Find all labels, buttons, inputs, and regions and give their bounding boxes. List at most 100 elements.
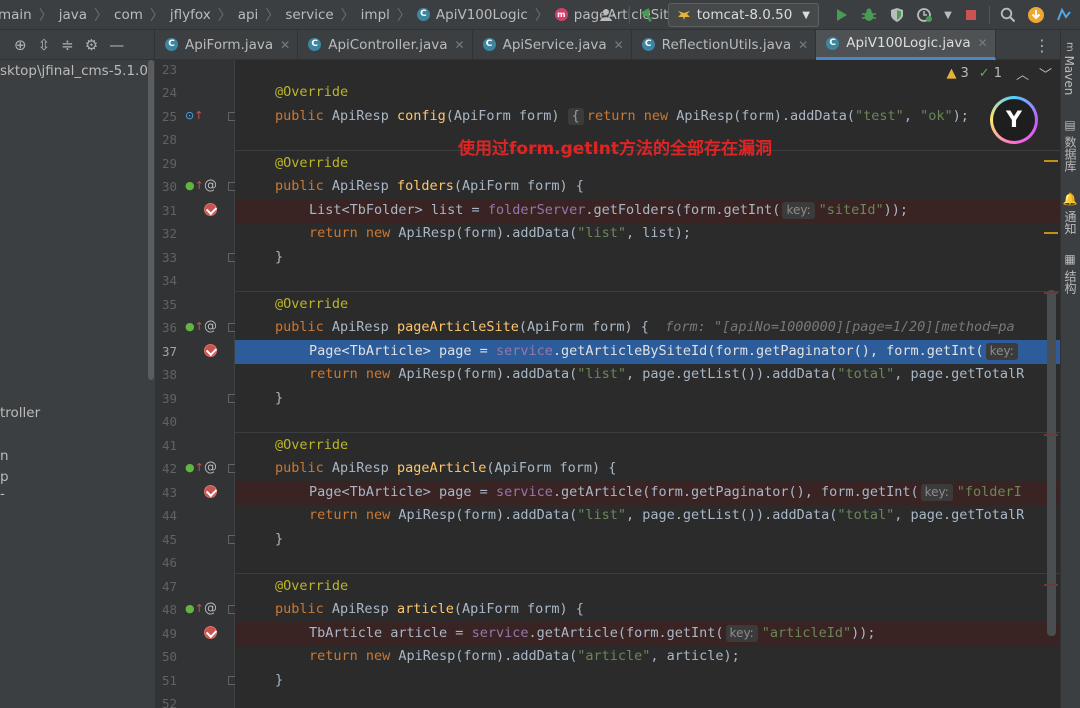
locate-icon[interactable]: ⊕ bbox=[14, 36, 27, 54]
hammer-icon[interactable] bbox=[636, 3, 660, 27]
code-line[interactable]: public ApiResp pageArticle(ApiForm form)… bbox=[235, 457, 1060, 481]
search-icon[interactable] bbox=[996, 3, 1020, 27]
chevron-up-icon[interactable]: ︿ bbox=[1016, 64, 1029, 83]
code-line[interactable]: public ApiResp config(ApiForm form) {ret… bbox=[235, 105, 1060, 129]
mapping-icon[interactable]: @ bbox=[204, 178, 217, 193]
minimize-icon[interactable]: — bbox=[109, 36, 124, 54]
breadcrumb-item-jflyfox[interactable]: jflyfox bbox=[170, 7, 211, 23]
warning-stripe-mark[interactable] bbox=[1044, 160, 1058, 162]
code-line[interactable]: } bbox=[235, 246, 1060, 270]
maven-tool-button[interactable]: m Maven bbox=[1062, 42, 1076, 95]
project-root[interactable]: sktop\jfinal_cms-5.1.0 bbox=[0, 63, 147, 79]
breakpoint-icon[interactable] bbox=[204, 485, 217, 498]
mapping-icon[interactable]: @ bbox=[204, 601, 217, 616]
coverage-icon[interactable] bbox=[885, 3, 909, 27]
tab-apiv100logic[interactable]: C ApiV100Logic.java ✕ bbox=[816, 29, 996, 60]
close-icon[interactable]: ✕ bbox=[798, 38, 808, 52]
error-stripe-mark[interactable] bbox=[1044, 584, 1058, 586]
tab-apiform[interactable]: C ApiForm.java ✕ bbox=[155, 29, 299, 60]
project-toolbar: ⊕ ⇳ ≑ ⚙ — bbox=[0, 29, 155, 60]
close-icon[interactable]: ✕ bbox=[614, 38, 624, 52]
error-stripe-mark[interactable] bbox=[1044, 434, 1058, 436]
breakpoint-icon[interactable] bbox=[204, 626, 217, 639]
breadcrumb-item-service[interactable]: service bbox=[285, 7, 333, 23]
database-tool-button[interactable]: ▤ 数据库 bbox=[1062, 118, 1079, 172]
project-scrollbar[interactable] bbox=[147, 60, 155, 708]
folded-region[interactable]: { bbox=[567, 108, 584, 125]
code-line[interactable]: return new ApiResp(form).addData("list",… bbox=[235, 504, 1060, 528]
breadcrumb-item-impl[interactable]: impl bbox=[361, 7, 390, 23]
line-number: 42 bbox=[161, 461, 177, 476]
play-icon[interactable] bbox=[829, 3, 853, 27]
plugin-logo-icon[interactable]: Y bbox=[990, 96, 1038, 144]
breakpoint-icon[interactable] bbox=[204, 344, 217, 357]
gear-icon[interactable]: ⚙ bbox=[85, 36, 98, 54]
warning-stripe-mark[interactable] bbox=[1044, 232, 1058, 234]
code-line[interactable]: public ApiResp folders(ApiForm form) { bbox=[235, 175, 1060, 199]
stop-icon[interactable] bbox=[959, 3, 983, 27]
method-name: config bbox=[396, 108, 446, 124]
string: "total" bbox=[837, 507, 895, 523]
implements-icon[interactable]: ●↑ bbox=[185, 602, 204, 615]
implements-icon[interactable]: ⊙↑ bbox=[185, 109, 203, 122]
code-token: (ApiForm form) { bbox=[518, 319, 649, 335]
settings-icon[interactable] bbox=[1052, 3, 1076, 27]
breadcrumb-item-com[interactable]: com bbox=[114, 7, 143, 23]
close-icon[interactable]: ✕ bbox=[280, 38, 290, 52]
run-configuration-selector[interactable]: tomcat-8.0.50 ▼ bbox=[667, 3, 819, 27]
error-stripe-mark[interactable] bbox=[1044, 292, 1058, 294]
collapse-all-icon[interactable]: ≑ bbox=[61, 36, 74, 54]
more-vertical-icon[interactable]: ⋮ bbox=[1034, 30, 1050, 60]
bug-icon[interactable] bbox=[857, 3, 881, 27]
code-line[interactable]: } bbox=[235, 387, 1060, 411]
code-token: (ApiForm form) { bbox=[486, 460, 617, 476]
close-icon[interactable]: ✕ bbox=[978, 36, 988, 50]
breadcrumb-item-main[interactable]: main bbox=[0, 7, 32, 23]
tree-item[interactable]: n bbox=[0, 448, 9, 464]
code-line[interactable]: return new ApiResp(form).addData("articl… bbox=[235, 645, 1060, 669]
structure-tool-button[interactable]: ▦ 结构 bbox=[1062, 252, 1079, 294]
code-line[interactable]: public ApiResp pageArticleSite(ApiForm f… bbox=[235, 316, 1060, 340]
expand-all-icon[interactable]: ⇳ bbox=[38, 36, 51, 54]
breadcrumb-item-class[interactable]: ApiV100Logic bbox=[436, 7, 528, 23]
code-line-breakpoint[interactable]: List<TbFolder> list = folderServer.getFo… bbox=[235, 199, 1060, 223]
implements-icon[interactable]: ●↑ bbox=[185, 461, 204, 474]
code-line[interactable]: public ApiResp article(ApiForm form) { bbox=[235, 598, 1060, 622]
implements-icon[interactable]: ●↑ bbox=[185, 179, 204, 192]
code-line[interactable]: @Override bbox=[235, 434, 1060, 458]
tab-reflectionutils[interactable]: C ReflectionUtils.java ✕ bbox=[632, 29, 817, 60]
code-line-breakpoint[interactable]: Page<TbArticle> page = service.getArticl… bbox=[235, 481, 1060, 505]
code-line[interactable]: @Override bbox=[235, 81, 1060, 105]
user-icon[interactable] bbox=[593, 3, 623, 27]
code-line-breakpoint[interactable]: TbArticle article = service.getArticle(f… bbox=[235, 622, 1060, 646]
parameter-hint: key: bbox=[920, 484, 953, 501]
code-line[interactable]: } bbox=[235, 528, 1060, 552]
mapping-icon[interactable]: @ bbox=[204, 460, 217, 475]
chevron-down-icon[interactable]: ▼ bbox=[941, 3, 955, 27]
code-token: , page.getList()).addData( bbox=[626, 366, 838, 382]
code-line[interactable]: return new ApiResp(form).addData("list",… bbox=[235, 363, 1060, 387]
method-separator bbox=[235, 291, 1060, 292]
code-line-current[interactable]: Page<TbArticle> page = service.getArticl… bbox=[235, 340, 1060, 364]
breadcrumb-item-java[interactable]: java bbox=[59, 7, 87, 23]
mapping-icon[interactable]: @ bbox=[204, 319, 217, 334]
close-icon[interactable]: ✕ bbox=[455, 38, 465, 52]
tree-item[interactable]: troller bbox=[0, 405, 40, 421]
update-icon[interactable] bbox=[1024, 3, 1048, 27]
tab-apiservice[interactable]: C ApiService.java ✕ bbox=[473, 29, 632, 60]
code-editor[interactable]: @Override public ApiResp config(ApiForm … bbox=[235, 60, 1060, 708]
profiler-icon[interactable] bbox=[913, 3, 937, 27]
breakpoint-icon[interactable] bbox=[204, 203, 217, 216]
notifications-tool-button[interactable]: 🔔 通知 bbox=[1062, 192, 1079, 234]
implements-icon[interactable]: ●↑ bbox=[185, 320, 204, 333]
code-line[interactable]: @Override bbox=[235, 575, 1060, 599]
tree-item[interactable]: - bbox=[0, 486, 5, 502]
code-line[interactable]: return new ApiResp(form).addData("list",… bbox=[235, 222, 1060, 246]
inspection-widget[interactable]: ▲ 3 ✓ 1 ︿ ﹀ bbox=[947, 64, 1053, 83]
chevron-down-icon[interactable]: ﹀ bbox=[1039, 64, 1052, 83]
tree-item[interactable]: p bbox=[0, 469, 9, 485]
tab-apicontroller[interactable]: C ApiController.java ✕ bbox=[298, 29, 473, 60]
breadcrumb-item-api[interactable]: api bbox=[238, 7, 259, 23]
code-line[interactable]: } bbox=[235, 669, 1060, 693]
code-line[interactable]: @Override bbox=[235, 293, 1060, 317]
